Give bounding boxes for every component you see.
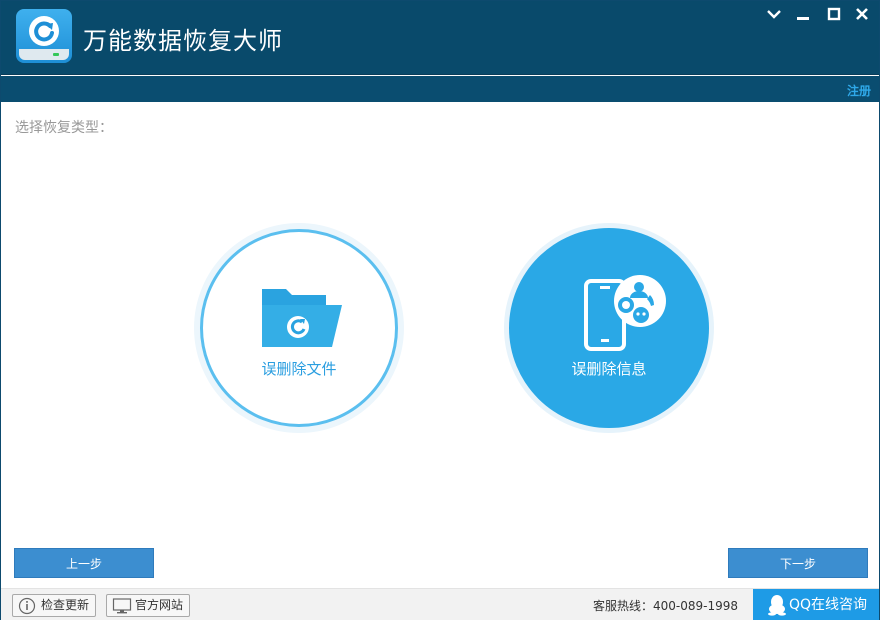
next-step-button[interactable]: 下一步 [728,548,868,578]
info-icon [18,597,36,615]
monitor-icon [112,598,132,614]
close-icon [856,8,868,20]
folder-refresh-icon [262,289,342,347]
option-deleted-messages[interactable]: 误删除信息 [504,223,714,433]
maximize-icon [827,7,841,21]
official-site-label: 官方网站 [135,598,184,612]
minimize-button[interactable] [793,4,813,24]
dropdown-button[interactable] [764,4,784,24]
check-update-button[interactable]: 检查更新 [12,594,96,617]
refresh-logo-icon [29,16,59,46]
option-label: 误删除信息 [571,360,647,378]
app-logo [16,9,72,63]
title-bar[interactable]: 万能数据恢复大师 [1,1,879,75]
menu-bar: 注册 [1,76,879,102]
drive-led [53,53,59,56]
minimize-icon [797,17,809,20]
close-button[interactable] [852,4,872,24]
maximize-button[interactable] [824,4,844,24]
option-label: 误删除文件 [261,360,337,378]
official-site-button[interactable]: 官方网站 [106,594,190,617]
app-title: 万能数据恢复大师 [83,27,283,55]
register-link[interactable]: 注册 [847,82,871,99]
qq-penguin-icon [768,595,786,616]
chevron-down-icon [767,10,781,19]
previous-step-button[interactable]: 上一步 [14,548,154,578]
qq-consult-label: QQ在线咨询 [789,597,868,613]
recovery-type-prompt: 选择恢复类型： [15,120,113,136]
status-bar: 检查更新 官方网站 客服热线：400-089-1998 QQ在线咨询 [1,588,879,620]
app-window: 万能数据恢复大师 注册 选择恢复类型： 误删除文件 误删除信息 上一步 下一步 … [0,0,880,620]
qq-consult-button[interactable]: QQ在线咨询 [753,589,879,620]
phone-chat-icon [584,275,666,351]
logo-drive-base [19,49,69,60]
check-update-label: 检查更新 [41,598,90,612]
option-deleted-files[interactable]: 误删除文件 [194,223,404,433]
support-hotline: 客服热线：400-089-1998 [593,599,739,613]
